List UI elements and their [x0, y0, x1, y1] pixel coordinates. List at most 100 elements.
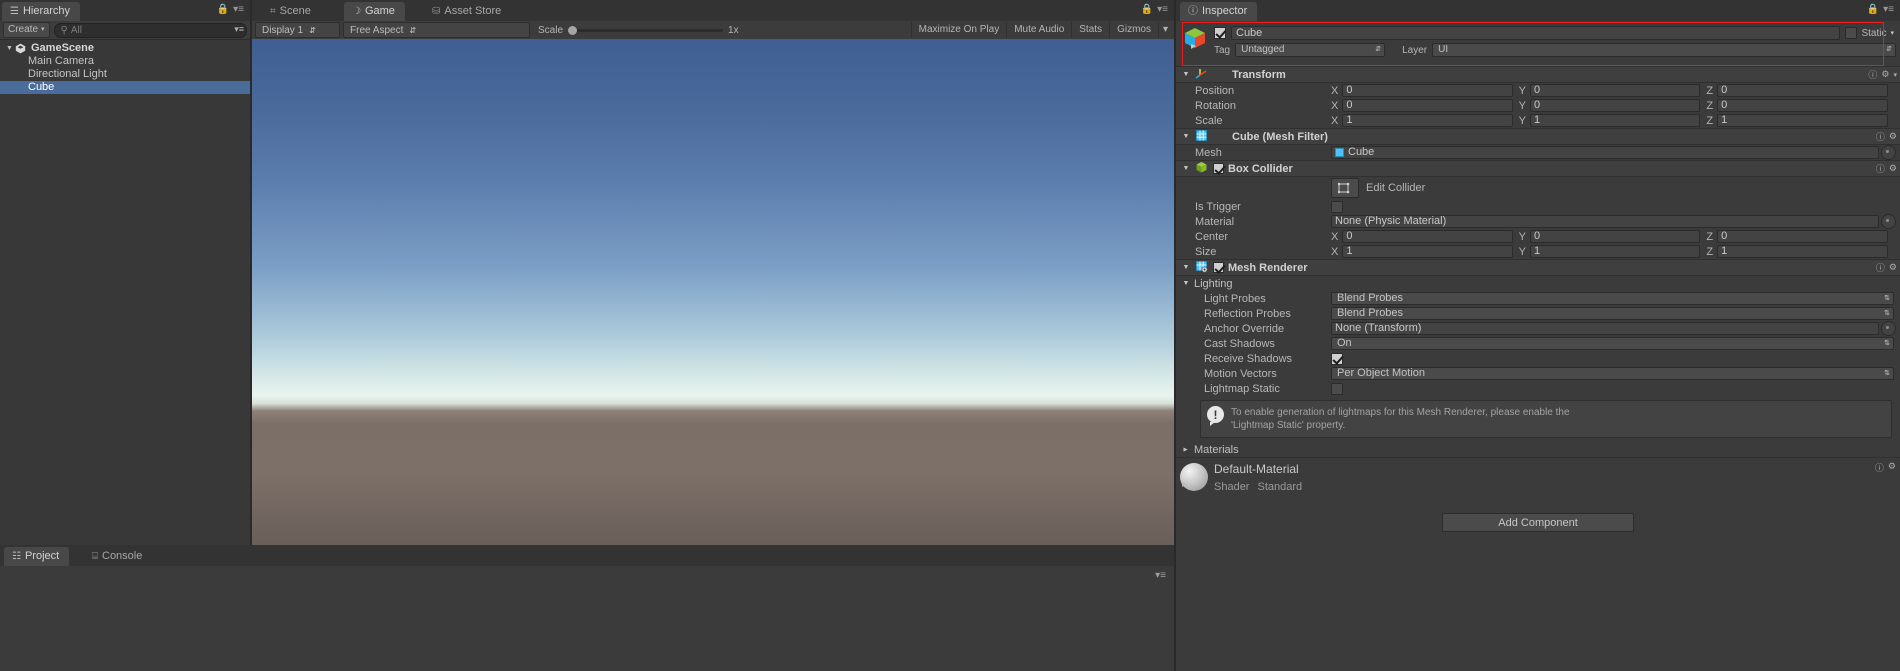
tab-hierarchy[interactable]: ☰ Hierarchy	[2, 2, 81, 21]
help-icon[interactable]: ⓘ	[1875, 461, 1884, 474]
boxcollider-component-header[interactable]: ▼ Box Collider ⓘ ⚙	[1176, 160, 1900, 177]
physic-material-picker-button[interactable]	[1881, 214, 1896, 229]
hierarchy-search-input[interactable]: ⚲ All	[53, 22, 247, 38]
lightmap-static-label: Lightmap Static	[1204, 382, 1280, 395]
transform-component-header[interactable]: ▼ Transform ⓘ ⚙ ▾	[1176, 66, 1900, 83]
help-icon[interactable]: ⓘ	[1876, 130, 1885, 143]
position-y-field[interactable]: 0	[1530, 84, 1701, 97]
meshfilter-component-header[interactable]: ▼ Cube (Mesh Filter) ⓘ ⚙	[1176, 128, 1900, 145]
toolbar-gizmos-button[interactable]: Gizmos	[1109, 22, 1158, 38]
is-trigger-checkbox[interactable]	[1331, 200, 1343, 213]
tab-inspector[interactable]: ⓘ Inspector	[1180, 2, 1258, 21]
hierarchy-overflow-icon[interactable]: ▾≡	[234, 24, 244, 35]
tab-asset-store[interactable]: ⛁ Asset Store	[424, 2, 511, 21]
motion-vectors-row: Motion Vectors Per Object Motion ⇅	[1176, 366, 1900, 381]
collider-center-y-field[interactable]: 0	[1530, 230, 1701, 243]
meshrenderer-enabled-checkbox[interactable]	[1213, 262, 1224, 273]
material-foldout-arrow-icon[interactable]: ▶	[1182, 480, 1187, 488]
tab-game[interactable]: ☽ Game	[344, 2, 405, 21]
panel-menu-icon[interactable]: ▾≡	[1883, 4, 1894, 15]
scale-z-field[interactable]: 1	[1717, 114, 1889, 127]
foldout-arrow-icon[interactable]: ▼	[1181, 165, 1191, 172]
chevron-down-icon[interactable]: ▾	[1890, 29, 1894, 37]
cast-shadows-dropdown[interactable]: On ⇅	[1331, 337, 1894, 350]
hierarchy-item-main-camera[interactable]: Main Camera	[0, 55, 250, 68]
gear-icon[interactable]: ⚙	[1889, 163, 1897, 174]
hierarchy-scene-row[interactable]: ▼ GameScene	[0, 42, 250, 55]
foldout-arrow-icon[interactable]: ▼	[1181, 71, 1191, 78]
help-icon[interactable]: ⓘ	[1876, 261, 1885, 274]
panel-menu-icon[interactable]: ▾≡	[233, 4, 244, 15]
scale-slider[interactable]	[568, 25, 724, 35]
anchor-override-picker-button[interactable]	[1881, 321, 1896, 336]
anchor-override-field[interactable]: None (Transform)	[1331, 322, 1879, 335]
tab-project[interactable]: ☷ Project	[4, 547, 70, 566]
static-toggle-group[interactable]: Static ▾	[1845, 27, 1896, 39]
axis-y-label: Y	[1518, 230, 1527, 243]
help-icon[interactable]: ⓘ	[1876, 162, 1885, 175]
gameobject-name-field[interactable]: Cube	[1231, 26, 1841, 40]
lock-icon[interactable]: 🔒	[1867, 4, 1879, 15]
add-component-button[interactable]: Add Component	[1442, 513, 1634, 532]
scale-slider-handle[interactable]	[568, 25, 578, 35]
gear-icon[interactable]: ⚙	[1889, 131, 1897, 142]
gear-icon[interactable]: ⚙	[1889, 262, 1897, 273]
foldout-arrow-icon[interactable]: ▼	[1181, 133, 1191, 140]
foldout-arrow-icon[interactable]: ▼	[4, 42, 15, 55]
materials-foldout[interactable]: ▼ Materials	[1176, 442, 1900, 457]
static-checkbox[interactable]	[1845, 27, 1858, 39]
gameobject-active-checkbox[interactable]	[1214, 27, 1226, 39]
light-probes-dropdown[interactable]: Blend Probes ⇅	[1331, 292, 1894, 305]
shader-value[interactable]: Standard	[1257, 481, 1302, 493]
tab-scene[interactable]: ⌗ Scene	[262, 2, 321, 21]
aspect-dropdown[interactable]: Free Aspect ⇵	[343, 22, 530, 38]
rotation-x-field[interactable]: 0	[1342, 99, 1513, 112]
foldout-arrow-icon[interactable]: ▼	[1181, 264, 1191, 271]
hierarchy-item-cube[interactable]: Cube	[0, 81, 250, 94]
lock-icon[interactable]: 🔒	[217, 4, 229, 15]
mesh-filter-icon	[1195, 129, 1208, 145]
motion-vectors-dropdown[interactable]: Per Object Motion ⇅	[1331, 367, 1894, 380]
hierarchy-item-directional-light[interactable]: Directional Light	[0, 68, 250, 81]
mesh-object-field[interactable]: Cube	[1331, 146, 1879, 159]
mesh-picker-button[interactable]	[1881, 145, 1896, 160]
lighting-foldout[interactable]: ▼ Lighting	[1176, 276, 1900, 291]
game-view-render[interactable]	[252, 39, 1174, 545]
gear-icon[interactable]: ⚙	[1888, 461, 1896, 474]
create-button[interactable]: Create ▾	[3, 22, 50, 38]
tag-dropdown[interactable]: Untagged ⇵	[1235, 43, 1386, 57]
lock-icon[interactable]: 🔒	[1141, 4, 1153, 15]
toolbar-maximize-on-play-button[interactable]: Maximize On Play	[910, 22, 1007, 38]
foldout-arrow-icon[interactable]: ▼	[1183, 445, 1190, 455]
edit-collider-button[interactable]	[1331, 178, 1359, 198]
gizmos-dropdown-icon[interactable]: ▾	[1157, 22, 1172, 38]
collider-size-x-field[interactable]: 1	[1342, 245, 1513, 258]
panel-menu-icon[interactable]: ▾≡	[1155, 570, 1166, 581]
physic-material-field[interactable]: None (Physic Material)	[1331, 215, 1879, 228]
collider-size-z-field[interactable]: 1	[1717, 245, 1889, 258]
gear-icon[interactable]: ⚙	[1881, 69, 1889, 80]
meshrenderer-component-header[interactable]: ▼ Mesh Renderer ⓘ ⚙	[1176, 259, 1900, 276]
receive-shadows-checkbox[interactable]	[1331, 352, 1343, 365]
rotation-z-field[interactable]: 0	[1717, 99, 1889, 112]
lightmap-static-checkbox[interactable]	[1331, 382, 1343, 395]
foldout-arrow-icon[interactable]: ▼	[1181, 280, 1191, 287]
chevron-down-icon[interactable]: ▾	[1893, 71, 1897, 79]
tab-console[interactable]: ⌸ Console	[84, 547, 152, 566]
boxcollider-enabled-checkbox[interactable]	[1213, 163, 1224, 174]
collider-size-y-field[interactable]: 1	[1530, 245, 1701, 258]
collider-center-z-field[interactable]: 0	[1717, 230, 1889, 243]
toolbar-stats-button[interactable]: Stats	[1071, 22, 1109, 38]
scale-y-field[interactable]: 1	[1530, 114, 1701, 127]
layer-dropdown[interactable]: UI ⇵	[1432, 43, 1896, 57]
scale-x-field[interactable]: 1	[1342, 114, 1513, 127]
position-z-field[interactable]: 0	[1717, 84, 1889, 97]
toolbar-mute-audio-button[interactable]: Mute Audio	[1006, 22, 1071, 38]
reflection-probes-dropdown[interactable]: Blend Probes ⇅	[1331, 307, 1894, 320]
position-x-field[interactable]: 0	[1342, 84, 1513, 97]
rotation-y-field[interactable]: 0	[1530, 99, 1701, 112]
help-icon[interactable]: ⓘ	[1868, 68, 1877, 81]
collider-center-x-field[interactable]: 0	[1342, 230, 1513, 243]
panel-menu-icon[interactable]: ▾≡	[1157, 4, 1168, 15]
display-dropdown[interactable]: Display 1 ⇵	[255, 22, 340, 38]
